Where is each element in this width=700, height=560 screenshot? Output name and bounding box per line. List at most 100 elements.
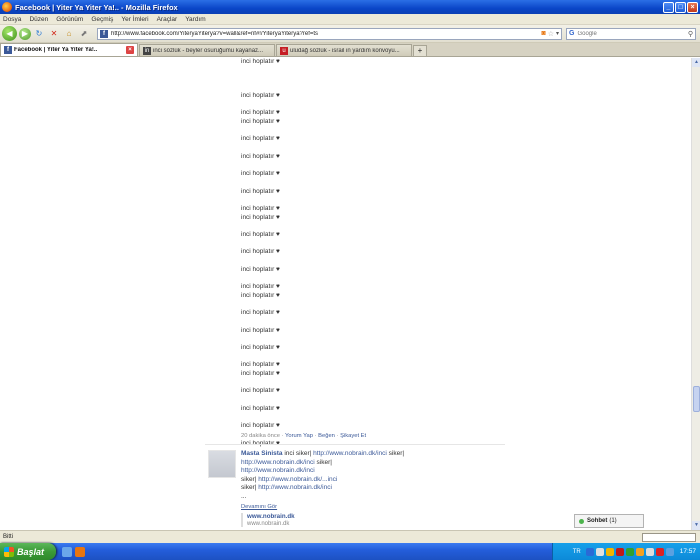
chat-bar[interactable]: Sohbet (1) bbox=[574, 514, 644, 528]
update-icon[interactable] bbox=[625, 547, 634, 556]
help-icon[interactable] bbox=[585, 547, 594, 556]
dropdown-icon[interactable]: ▾ bbox=[556, 30, 559, 38]
window-titlebar: Facebook | Yiter Ya Yiter Ya!.. - Mozill… bbox=[0, 0, 700, 14]
comment-text: siker| bbox=[241, 484, 259, 492]
post-line: inci hoplatır ♥ bbox=[241, 109, 280, 117]
post-line: inci hoplatır ♥ bbox=[241, 170, 280, 178]
search-input[interactable] bbox=[577, 30, 688, 37]
report-link[interactable]: Şikayet Et bbox=[340, 433, 366, 439]
chat-count: (1) bbox=[609, 518, 617, 524]
tab-label: inci sözlük - beyler osuruğumu kayanaz..… bbox=[153, 47, 264, 54]
post-line: inci hoplatır ♥ bbox=[241, 361, 280, 369]
menu-tools[interactable]: Araçlar bbox=[157, 16, 178, 23]
comment-body: Masta Sinista inci siker| http://www.nob… bbox=[241, 450, 441, 502]
network-icon[interactable] bbox=[595, 547, 604, 556]
post-line: inci hoplatır ♥ bbox=[241, 309, 280, 317]
post-meta: 20 dakika önce · Yorum Yap · Beğen · Şik… bbox=[241, 433, 366, 439]
firefox-icon bbox=[2, 2, 12, 12]
close-button[interactable]: × bbox=[687, 1, 698, 13]
window-title: Facebook | Yiter Ya Yiter Ya!.. - Mozill… bbox=[15, 2, 178, 12]
new-tab-button[interactable]: + bbox=[413, 45, 427, 56]
link-preview[interactable]: www.nobrain.dk www.nobrain.dk bbox=[241, 513, 411, 527]
menu-view[interactable]: Görünüm bbox=[56, 16, 83, 23]
tab-inci-sozluk[interactable]: in inci sözlük - beyler osuruğumu kayana… bbox=[139, 44, 275, 56]
tab-bar: f Facebook | Yiter Ya Yiter Ya!.. × in i… bbox=[0, 43, 700, 57]
opera-icon[interactable] bbox=[655, 547, 664, 556]
vertical-scrollbar[interactable]: ▲ ▼ bbox=[691, 58, 700, 530]
maximize-button[interactable]: □ bbox=[675, 1, 686, 13]
star-icon[interactable]: ☆ bbox=[548, 30, 554, 38]
menu-bookmarks[interactable]: Yer İmleri bbox=[121, 16, 148, 23]
comment-author[interactable]: Masta Sinista bbox=[241, 450, 283, 457]
menu-file[interactable]: Dosya bbox=[3, 16, 21, 23]
comment-link-2[interactable]: http://www.nobrain.dk/inci bbox=[241, 459, 315, 466]
status-text: Bitti bbox=[3, 534, 14, 540]
post-line: inci hoplatır ♥ bbox=[241, 152, 280, 160]
post-line: inci hoplatır ♥ bbox=[241, 291, 280, 299]
antivirus-icon[interactable] bbox=[615, 547, 624, 556]
link-preview-title[interactable]: www.nobrain.dk bbox=[247, 513, 411, 520]
desktop-icon[interactable] bbox=[62, 546, 72, 557]
reload-icon[interactable]: ↻ bbox=[33, 28, 45, 40]
link-preview-url: www.nobrain.dk bbox=[247, 521, 290, 527]
rss-icon[interactable]: ◙ bbox=[541, 30, 545, 38]
stop-icon[interactable]: ✕ bbox=[48, 28, 60, 40]
sound-icon[interactable] bbox=[645, 547, 654, 556]
post-line: inci hoplatır ♥ bbox=[241, 283, 280, 291]
menu-history[interactable]: Geçmiş bbox=[91, 16, 113, 23]
tab-label: Facebook | Yiter Ya Yiter Ya!.. bbox=[14, 47, 98, 53]
menu-edit[interactable]: Düzen bbox=[29, 16, 48, 23]
tab-facebook[interactable]: f Facebook | Yiter Ya Yiter Ya!.. × bbox=[0, 43, 138, 56]
shield-icon[interactable] bbox=[605, 547, 614, 556]
comment-text: siker| bbox=[314, 458, 332, 466]
tab-label: uludağ sözlük - israil in yardım konvoyu… bbox=[290, 47, 400, 54]
comment-link-4[interactable]: http://www.nobrain.dk/...inci bbox=[258, 476, 337, 483]
post-line: inci hoplatır ♥ bbox=[241, 231, 280, 238]
url-text[interactable]: http://www.facebook.com/YiteryaYiterya?v… bbox=[111, 31, 541, 37]
post-line: inci hoplatır ♥ bbox=[241, 344, 280, 351]
scroll-down-icon[interactable]: ▼ bbox=[692, 521, 700, 530]
menu-help[interactable]: Yardım bbox=[185, 16, 205, 23]
windows-taskbar: Başlat TR 17:57 bbox=[0, 543, 700, 560]
close-tab-icon[interactable]: × bbox=[126, 46, 134, 54]
post-line: inci hoplatır ♥ bbox=[241, 404, 280, 412]
monitor-icon[interactable] bbox=[665, 547, 674, 556]
firefox-quicklaunch-icon[interactable] bbox=[75, 546, 85, 557]
language-indicator[interactable]: TR bbox=[573, 549, 581, 555]
online-status-icon bbox=[579, 518, 584, 524]
post-line: inci hoplatır ♥ bbox=[241, 422, 280, 430]
google-icon[interactable]: G bbox=[569, 30, 574, 37]
search-icon[interactable]: ⚲ bbox=[688, 30, 693, 38]
messenger-icon[interactable] bbox=[635, 547, 644, 556]
comment-link-3[interactable]: http://www.nobrain.dk/inci bbox=[241, 467, 315, 474]
avatar[interactable] bbox=[208, 450, 236, 478]
back-arrow-icon[interactable]: ◀ bbox=[2, 26, 17, 41]
address-bar[interactable]: f http://www.facebook.com/YiteryaYiterya… bbox=[97, 27, 562, 40]
post-line: inci hoplatır ♥ bbox=[241, 213, 280, 221]
start-button[interactable]: Başlat bbox=[0, 543, 56, 560]
search-box[interactable]: G ⚲ bbox=[566, 27, 696, 40]
comment-link-5[interactable]: http://www.nobrain.dk/inci bbox=[258, 484, 332, 491]
start-label: Başlat bbox=[17, 546, 45, 557]
like-link[interactable]: Beğen bbox=[318, 433, 335, 439]
comment-link-1[interactable]: http://www.nobrain.dk/inci bbox=[313, 450, 387, 457]
scroll-thumb[interactable] bbox=[693, 386, 700, 412]
post-line: inci hoplatır ♥ bbox=[241, 187, 280, 195]
clock: 17:57 bbox=[679, 548, 696, 555]
comment-link[interactable]: Yorum Yap bbox=[285, 433, 313, 439]
forward-arrow-icon[interactable]: ▶ bbox=[19, 27, 31, 40]
see-more-link[interactable]: Devamını Gör bbox=[241, 504, 277, 510]
post-line: inci hoplatır ♥ bbox=[241, 58, 280, 65]
page-content: inci hoplatır ♥ inci hoplatır ♥ inci hopla… bbox=[0, 58, 691, 530]
scroll-up-icon[interactable]: ▲ bbox=[692, 58, 700, 67]
facebook-favicon: f bbox=[100, 29, 108, 38]
home-icon[interactable]: ⌂ bbox=[63, 28, 75, 40]
post-time: 20 dakika önce bbox=[241, 433, 280, 439]
post-line: inci hoplatır ♥ bbox=[241, 326, 280, 334]
tab-uludag-sozluk[interactable]: u uludağ sözlük - israil in yardım konvo… bbox=[276, 44, 412, 56]
minimize-button[interactable]: _ bbox=[663, 1, 674, 13]
bookmark-toolbar-icon[interactable]: ⬈ bbox=[78, 28, 90, 40]
status-panel bbox=[642, 532, 696, 542]
post-line: inci hoplatır ♥ bbox=[241, 135, 280, 143]
post-line: inci hoplatır ♥ bbox=[241, 370, 280, 377]
